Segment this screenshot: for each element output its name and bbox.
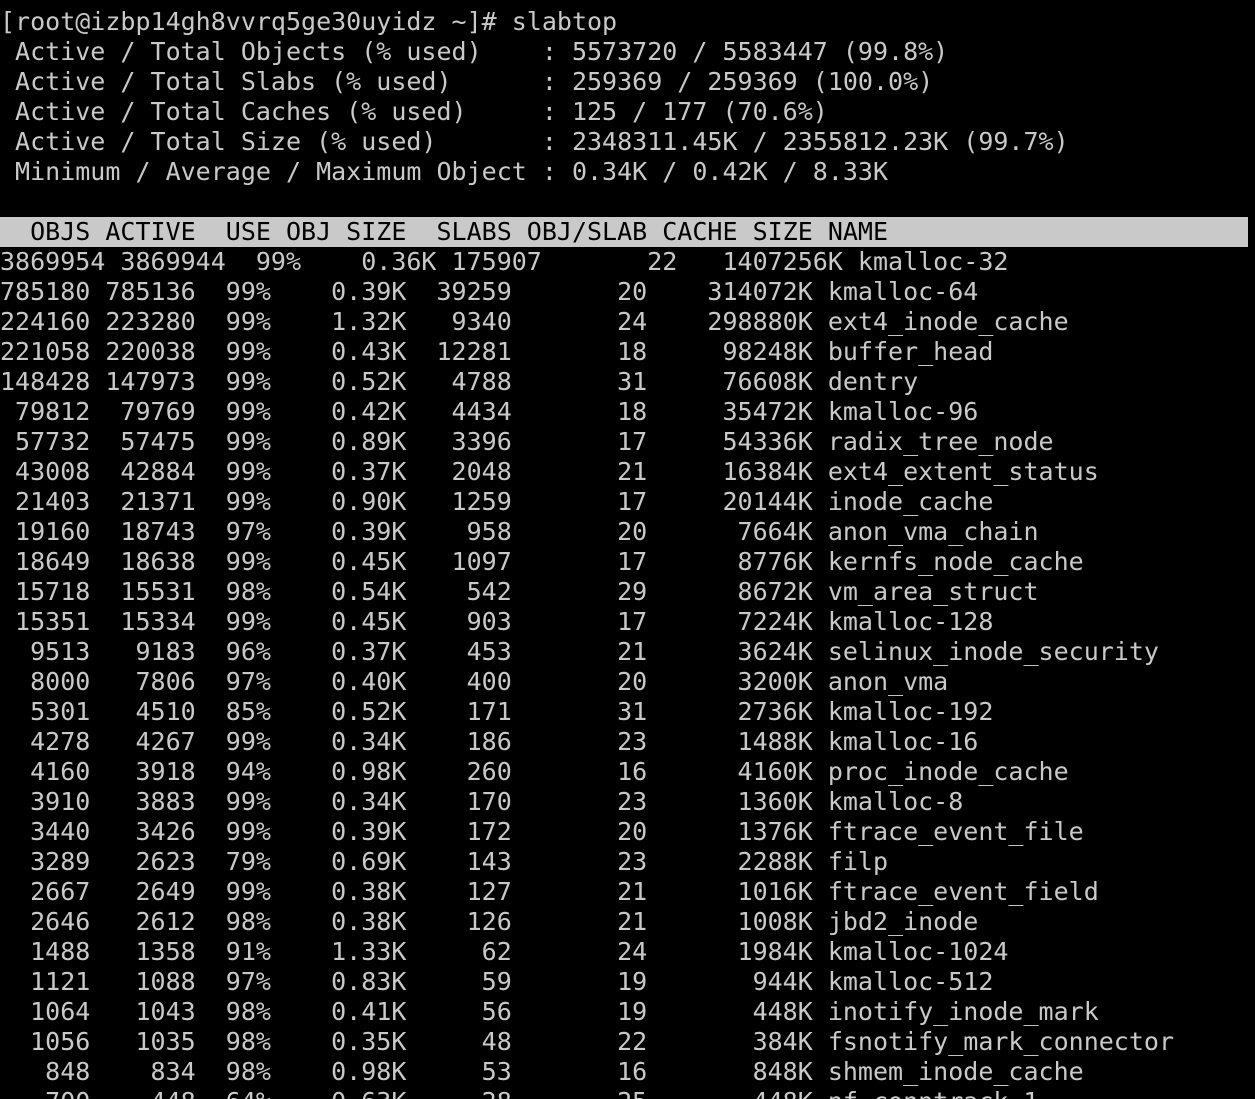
- summary-objects: Active / Total Objects (% used) : 557372…: [0, 37, 949, 66]
- table-row: 43008 42884 99% 0.37K 2048 21 16384K ext…: [0, 457, 1099, 486]
- command-prompt: [root@izbp14gh8vvrq5ge30uyidz ~]# slabto…: [0, 7, 618, 36]
- table-row: 3289 2623 79% 0.69K 143 23 2288K filp: [0, 847, 889, 876]
- slab-table: 3869954 3869944 99% 0.36K 175907 22 1407…: [0, 247, 1255, 1099]
- table-row: 4278 4267 99% 0.34K 186 23 1488K kmalloc…: [0, 727, 979, 756]
- table-row: 15351 15334 99% 0.45K 903 17 7224K kmall…: [0, 607, 994, 636]
- table-row: 19160 18743 97% 0.39K 958 20 7664K anon_…: [0, 517, 1039, 546]
- terminal-window[interactable]: [root@izbp14gh8vvrq5ge30uyidz ~]# slabto…: [0, 7, 1255, 1099]
- table-row: 848 834 98% 0.98K 53 16 848K shmem_inode…: [0, 1057, 1084, 1086]
- table-row: 1121 1088 97% 0.83K 59 19 944K kmalloc-5…: [0, 967, 994, 996]
- table-row: 18649 18638 99% 0.45K 1097 17 8776K kern…: [0, 547, 1084, 576]
- table-row: 4160 3918 94% 0.98K 260 16 4160K proc_in…: [0, 757, 1069, 786]
- table-row: 2646 2612 98% 0.38K 126 21 1008K jbd2_in…: [0, 907, 979, 936]
- table-row: 1064 1043 98% 0.41K 56 19 448K inotify_i…: [0, 997, 1099, 1026]
- table-row: 21403 21371 99% 0.90K 1259 17 20144K ino…: [0, 487, 994, 516]
- table-row: 79812 79769 99% 0.42K 4434 18 35472K kma…: [0, 397, 979, 426]
- table-row: 3910 3883 99% 0.34K 170 23 1360K kmalloc…: [0, 787, 964, 816]
- summary-object-size: Minimum / Average / Maximum Object : 0.3…: [0, 157, 889, 186]
- table-row: 785180 785136 99% 0.39K 39259 20 314072K…: [0, 277, 979, 306]
- table-row: 15718 15531 98% 0.54K 542 29 8672K vm_ar…: [0, 577, 1039, 606]
- table-row: 1056 1035 98% 0.35K 48 22 384K fsnotify_…: [0, 1027, 1174, 1056]
- summary-slabs: Active / Total Slabs (% used) : 259369 /…: [0, 67, 934, 96]
- table-row: 8000 7806 97% 0.40K 400 20 3200K anon_vm…: [0, 667, 949, 696]
- table-row: 3440 3426 99% 0.39K 172 20 1376K ftrace_…: [0, 817, 1084, 846]
- summary-size: Active / Total Size (% used) : 2348311.4…: [0, 127, 1069, 156]
- table-header: OBJS ACTIVE USE OBJ SIZE SLABS OBJ/SLAB …: [0, 217, 1248, 247]
- table-row: 5301 4510 85% 0.52K 171 31 2736K kmalloc…: [0, 697, 994, 726]
- table-row: 2667 2649 99% 0.38K 127 21 1016K ftrace_…: [0, 877, 1099, 906]
- table-row: 57732 57475 99% 0.89K 3396 17 54336K rad…: [0, 427, 1054, 456]
- table-row: 224160 223280 99% 1.32K 9340 24 298880K …: [0, 307, 1069, 336]
- table-row: 148428 147973 99% 0.52K 4788 31 76608K d…: [0, 367, 919, 396]
- table-row: 700 448 64% 0.63K 28 25 448K nf_conntrac…: [0, 1087, 1255, 1099]
- table-row: 3869954 3869944 99% 0.36K 175907 22 1407…: [0, 247, 1009, 276]
- summary-caches: Active / Total Caches (% used) : 125 / 1…: [0, 97, 828, 126]
- table-row: 221058 220038 99% 0.43K 12281 18 98248K …: [0, 337, 994, 366]
- table-row: 9513 9183 96% 0.37K 453 21 3624K selinux…: [0, 637, 1159, 666]
- table-row: 1488 1358 91% 1.33K 62 24 1984K kmalloc-…: [0, 937, 1009, 966]
